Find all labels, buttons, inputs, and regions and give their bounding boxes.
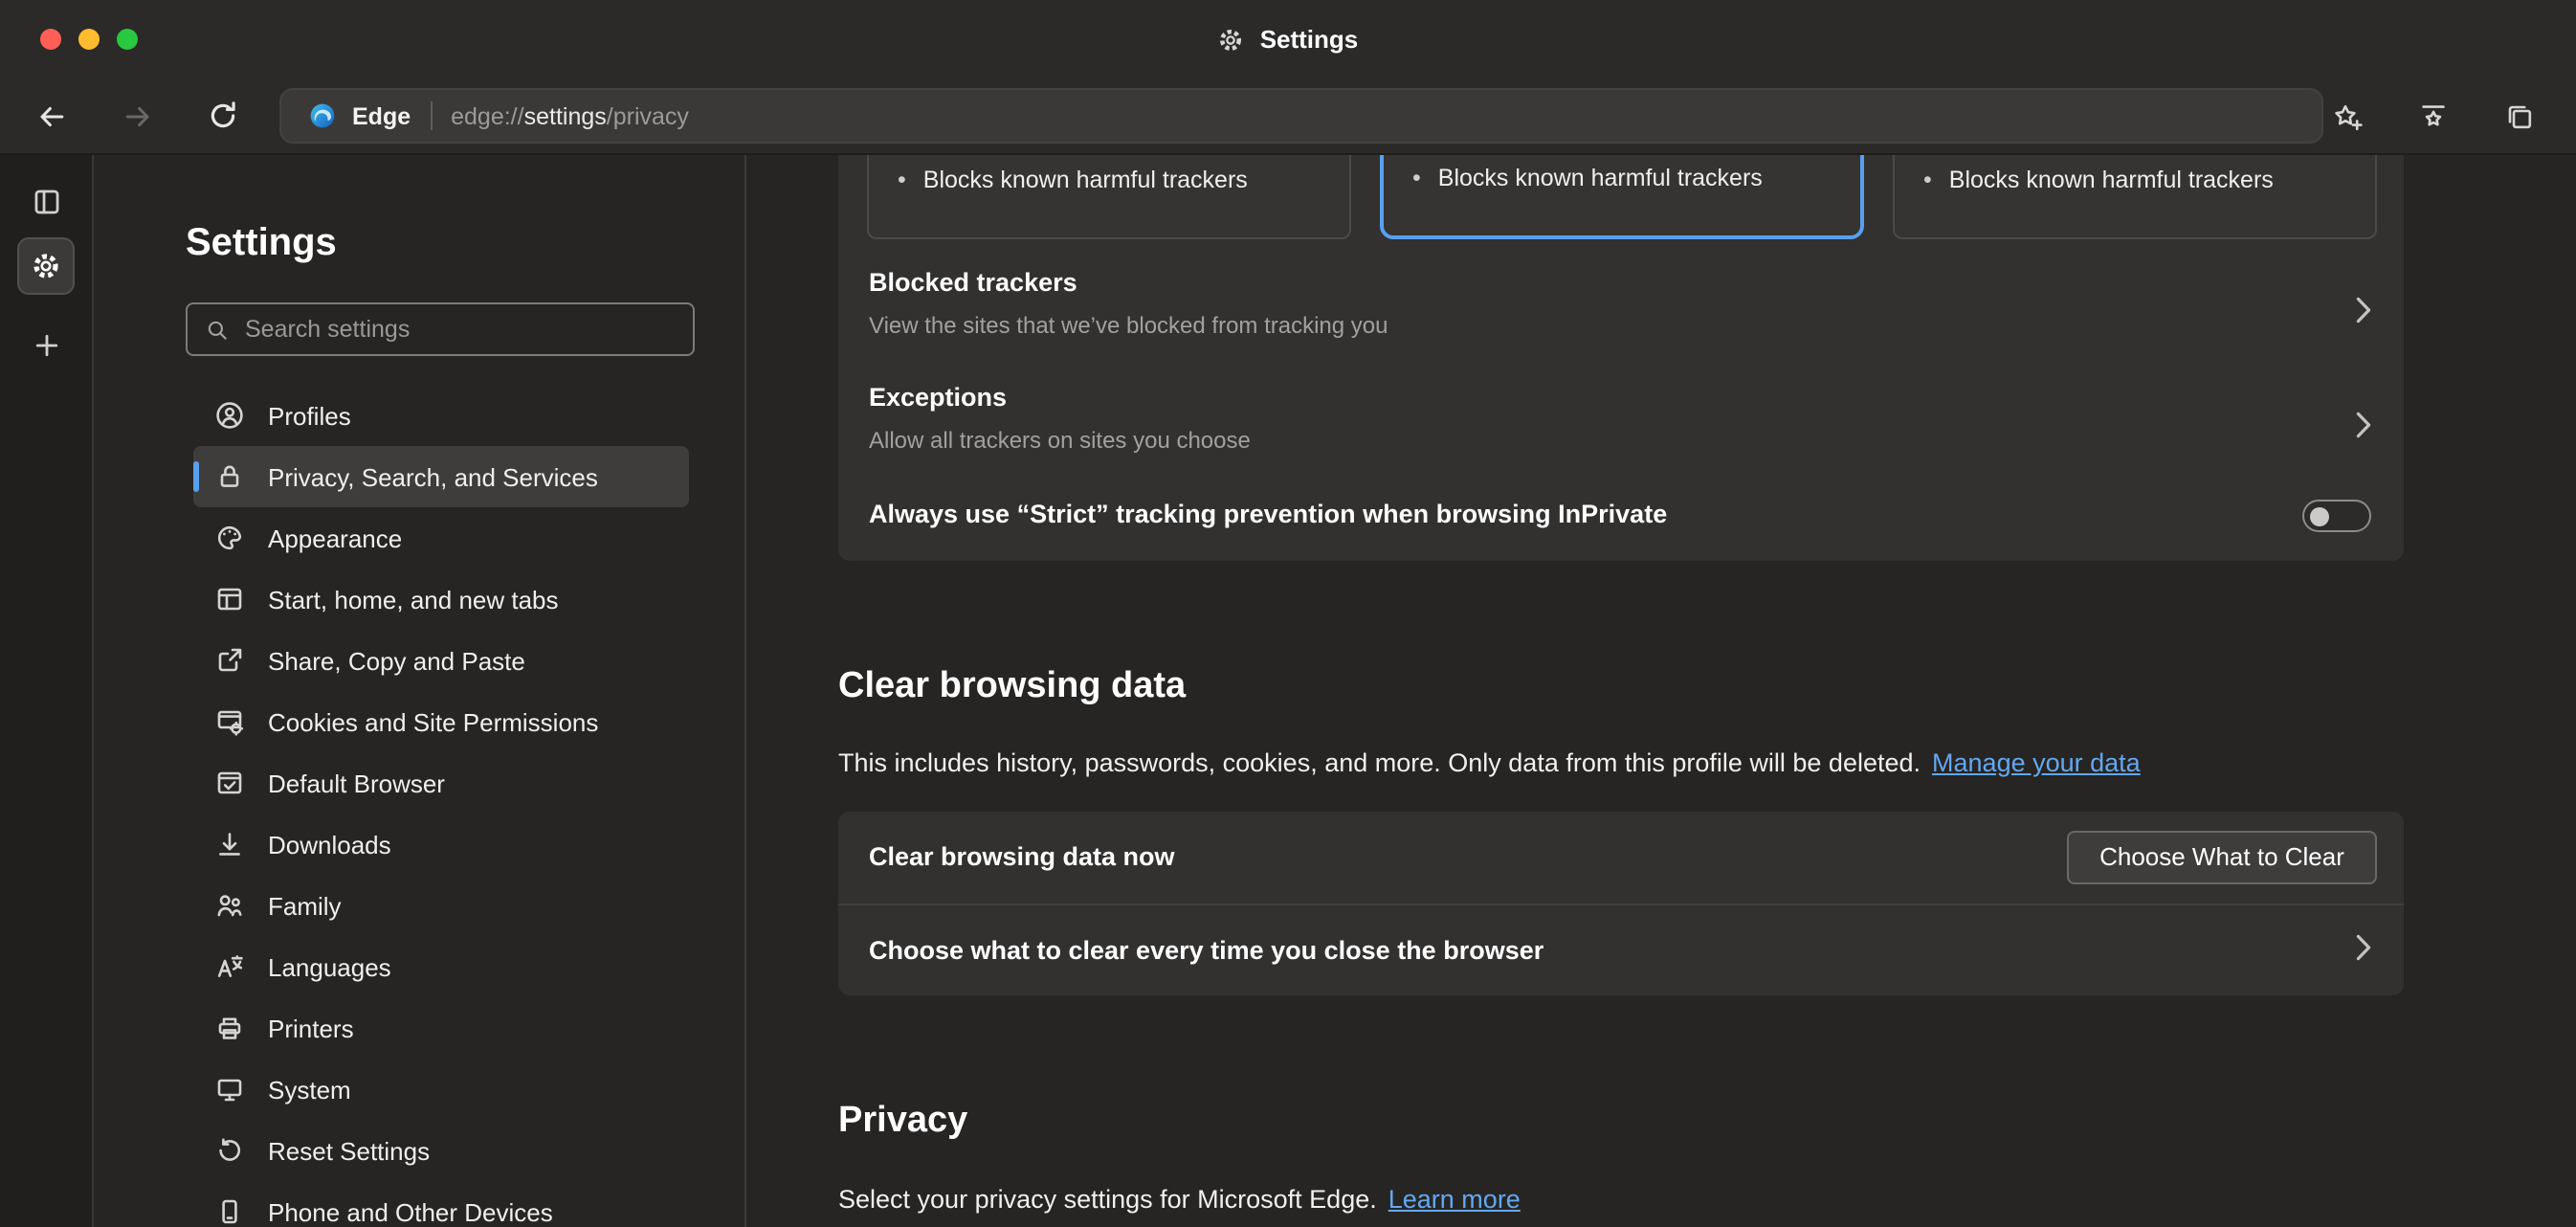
tracking-card-bullet: Blocks known harmful trackers (923, 166, 1248, 192)
learn-more-link[interactable]: Learn more (1388, 1185, 1521, 1214)
chevron-right-icon (2356, 934, 2371, 961)
sidebar-item-default-browser[interactable]: Default Browser (193, 752, 689, 814)
settings-content: •Blocks known harmful trackers •Blocks k… (746, 155, 2576, 1227)
sidebar-item-start-home[interactable]: Start, home, and new tabs (193, 569, 689, 630)
chevron-right-icon (2356, 293, 2371, 327)
sidebar-item-appearance[interactable]: Appearance (193, 507, 689, 569)
address-bar[interactable]: Edge edge://settings/privacy (279, 88, 2323, 144)
privacy-description: Select your privacy settings for Microso… (838, 1183, 1521, 1217)
exceptions-row[interactable]: Exceptions Allow all trackers on sites y… (838, 375, 2404, 475)
titlebar: Settings (0, 0, 2576, 78)
privacy-heading: Privacy (838, 1099, 967, 1145)
choose-what-to-clear-button[interactable]: Choose What to Clear (2067, 831, 2377, 883)
profiles-icon (214, 400, 245, 431)
tracking-card-bullet: Blocks known harmful trackers (1949, 166, 2274, 192)
active-indicator (193, 461, 199, 492)
sidebar-item-reset[interactable]: Reset Settings (193, 1120, 689, 1181)
strict-inprivate-toggle[interactable] (2302, 500, 2371, 532)
blocked-trackers-subtitle: View the sites that we’ve blocked from t… (869, 310, 2404, 341)
strict-inprivate-row: Always use “Strict” tracking prevention … (838, 490, 2404, 547)
sidebar-item-profiles[interactable]: Profiles (193, 385, 689, 446)
edge-settings-window: Settings (0, 0, 2576, 1227)
sidebar-item-family[interactable]: Family (193, 875, 689, 936)
sidebar-panel-icon[interactable] (17, 172, 75, 230)
privacy-icon (214, 461, 245, 492)
exceptions-subtitle: Allow all trackers on sites you choose (869, 425, 2404, 456)
sidebar-item-downloads[interactable]: Downloads (193, 814, 689, 875)
clear-browsing-data-now-row: Clear browsing data now Choose What to C… (838, 812, 2404, 904)
tracking-card-bullet: Blocks known harmful trackers (1438, 164, 1763, 190)
sidebar-item-languages[interactable]: Languages (193, 936, 689, 997)
blocked-trackers-title: Blocked trackers (869, 266, 2404, 301)
exceptions-title: Exceptions (869, 381, 2404, 415)
family-icon (214, 890, 245, 921)
back-button[interactable] (23, 87, 80, 145)
cookies-icon (214, 706, 245, 737)
downloads-icon (214, 829, 245, 859)
tracking-level-card-strict[interactable]: •Blocks known harmful trackers (1893, 155, 2377, 238)
search-icon (205, 317, 230, 342)
sidebar-item-share-copy-paste[interactable]: Share, Copy and Paste (193, 630, 689, 691)
sidebar-item-phone[interactable]: Phone and Other Devices (193, 1181, 689, 1227)
default-browser-icon (214, 768, 245, 798)
appearance-icon (214, 523, 245, 553)
manage-your-data-link[interactable]: Manage your data (1932, 748, 2141, 777)
window-title: Settings (1218, 25, 1359, 54)
phone-icon (214, 1196, 245, 1227)
share-icon (214, 645, 245, 676)
languages-icon (214, 951, 245, 982)
printers-icon (214, 1013, 245, 1043)
site-info-chip[interactable]: Edge (308, 101, 411, 130)
blocked-trackers-row[interactable]: Blocked trackers View the sites that we’… (838, 260, 2404, 360)
zoom-window-button[interactable] (117, 29, 138, 50)
add-favorite-icon[interactable] (2318, 88, 2375, 145)
minimize-window-button[interactable] (78, 29, 100, 50)
vertical-rail (0, 155, 94, 1227)
close-window-button[interactable] (40, 29, 61, 50)
gear-icon (1218, 26, 1245, 53)
strict-inprivate-label: Always use “Strict” tracking prevention … (838, 490, 2404, 540)
settings-search-box[interactable] (186, 302, 695, 356)
start-home-icon (214, 584, 245, 614)
clear-browsing-data-card: Clear browsing data now Choose What to C… (838, 812, 2404, 994)
edge-logo-icon (308, 101, 337, 130)
reload-button[interactable] (193, 87, 251, 145)
sidebar-item-printers[interactable]: Printers (193, 997, 689, 1059)
sidebar-item-cookies[interactable]: Cookies and Site Permissions (193, 691, 689, 752)
collections-icon[interactable] (2490, 88, 2547, 145)
settings-sidebar: Settings Profiles Privacy, Search, and S… (94, 155, 746, 1227)
add-rail-item-icon[interactable] (17, 316, 75, 373)
sidebar-item-system[interactable]: System (193, 1059, 689, 1120)
browser-toolbar: Edge edge://settings/privacy (0, 78, 2576, 155)
window-title-text: Settings (1260, 25, 1359, 54)
tracking-level-card-balanced[interactable]: •Blocks known harmful trackers (1380, 155, 1864, 238)
favorites-icon[interactable] (2404, 88, 2461, 145)
search-input[interactable] (245, 316, 677, 343)
chevron-right-icon (2356, 408, 2371, 442)
clear-now-label: Clear browsing data now (869, 843, 1175, 872)
url-text: edge://settings/privacy (451, 102, 689, 129)
url-separator (430, 101, 432, 130)
settings-page-title: Settings (186, 222, 337, 266)
sidebar-item-privacy[interactable]: Privacy, Search, and Services (193, 446, 689, 507)
forward-button[interactable] (109, 87, 167, 145)
settings-menu: Profiles Privacy, Search, and Services A… (94, 385, 744, 1227)
toolbar-right-actions (2318, 78, 2576, 155)
toggle-knob (2310, 506, 2329, 525)
clear-on-close-label: Choose what to clear every time you clos… (869, 935, 1543, 964)
settings-rail-gear-icon[interactable] (17, 237, 75, 295)
tracking-level-card-basic[interactable]: •Blocks known harmful trackers (867, 155, 1351, 238)
window-controls (40, 0, 138, 78)
site-name: Edge (352, 102, 411, 129)
reset-icon (214, 1135, 245, 1166)
system-icon (214, 1074, 245, 1104)
clear-browsing-data-heading: Clear browsing data (838, 664, 1186, 710)
clear-on-close-row[interactable]: Choose what to clear every time you clos… (838, 904, 2404, 995)
clear-browsing-data-description: This includes history, passwords, cookie… (838, 747, 2141, 781)
